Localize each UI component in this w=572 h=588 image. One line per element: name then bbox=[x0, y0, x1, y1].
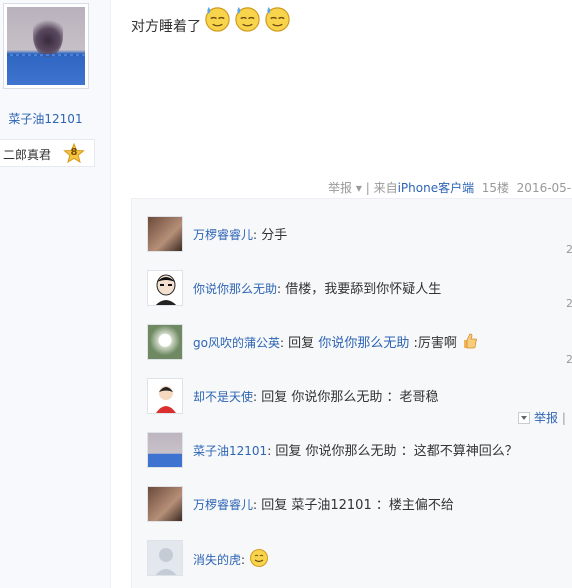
reply-mention-plain[interactable]: 你说你那么无助 bbox=[291, 390, 382, 405]
reply-avatar[interactable] bbox=[147, 486, 183, 522]
report-dropdown-icon[interactable]: ▾ bbox=[356, 181, 362, 195]
reply-text: 消失的虎: bbox=[193, 548, 269, 568]
rank-title: 二郎真君 bbox=[3, 148, 52, 162]
reply-avatar[interactable] bbox=[147, 540, 183, 576]
reply-item: 消失的虎: bbox=[147, 540, 572, 580]
reply-avatar[interactable] bbox=[147, 270, 183, 306]
reply-item: 你说你那么无助: 借楼，我要舔到你怀疑人生 bbox=[147, 270, 572, 310]
reply-actions: 举报 | bbox=[518, 409, 566, 426]
reply-prefix: 回复 bbox=[261, 390, 288, 405]
reply-avatar[interactable] bbox=[147, 216, 183, 252]
reply-prefix: 回复 bbox=[261, 498, 288, 513]
poster-avatar[interactable] bbox=[3, 3, 89, 89]
reply-prefix: 回复 bbox=[275, 444, 302, 459]
reply-avatar[interactable] bbox=[147, 324, 183, 360]
reply-username[interactable]: 万椤睿睿儿 bbox=[193, 228, 253, 242]
post-meta: 举报 ▾ | 来自iPhone客户端 15楼 2016-05-2 bbox=[328, 179, 572, 196]
reply-item: go风吹的蒲公英: 回复 你说你那么无助 :厉害啊 bbox=[147, 324, 572, 364]
reply-list: 万椤睿睿儿: 分手 你说你那么无助: 借楼，我要舔到你怀疑人生 go风吹的蒲公英… bbox=[131, 198, 572, 588]
post-date: 2016-05-2 bbox=[516, 181, 572, 195]
poster-sidebar: 菜子油12101 二郎真君 8 bbox=[0, 0, 111, 588]
reply-body: ：这都不算神回么？ bbox=[400, 444, 518, 459]
reply-text: 万椤睿睿儿: 回复 菜子油12101 ：楼主偏不给 bbox=[193, 498, 454, 513]
reply-text: go风吹的蒲公英: 回复 你说你那么无助 :厉害啊 bbox=[193, 332, 478, 351]
reply-avatar[interactable] bbox=[147, 432, 183, 468]
report-link[interactable]: 举报 bbox=[328, 181, 352, 195]
reply-username[interactable]: 万椤睿睿儿 bbox=[193, 498, 253, 512]
sweat-smile-icon bbox=[235, 6, 260, 32]
edge-cutoff-digit: 2 bbox=[566, 297, 572, 310]
reply-avatar[interactable] bbox=[147, 378, 183, 414]
reply-mention[interactable]: 你说你那么无助 bbox=[318, 336, 409, 351]
meta-separator: | bbox=[365, 181, 370, 195]
reply-item: 却不是天使: 回复 你说你那么无助 ：老哥稳 bbox=[147, 378, 572, 418]
edge-cutoff-digit: 2 bbox=[566, 243, 572, 256]
reply-item: 菜子油12101: 回复 你说你那么无助 ：这都不算神回么？ bbox=[147, 432, 572, 472]
collapse-dropdown-icon[interactable] bbox=[518, 412, 530, 424]
reply-text: 却不是天使: 回复 你说你那么无助 ：老哥稳 bbox=[193, 390, 439, 405]
thumbs-up-icon bbox=[464, 333, 477, 349]
poster-name[interactable]: 菜子油12101 bbox=[0, 110, 91, 127]
reply-body: 借楼，我要舔到你怀疑人生 bbox=[285, 282, 442, 297]
reply-mention-plain[interactable]: 你说你那么无助 bbox=[306, 444, 397, 459]
reply-body: :厉害啊 bbox=[413, 336, 457, 351]
poster-rank: 二郎真君 8 bbox=[0, 139, 95, 167]
level-badge-icon: 8 bbox=[63, 142, 85, 165]
poster-avatar-image bbox=[7, 7, 85, 85]
reply-body: ：楼主偏不给 bbox=[375, 498, 454, 513]
reply-item: 万椤睿睿儿: 分手 bbox=[147, 216, 572, 256]
reply-mention-plain[interactable]: 菜子油12101 bbox=[291, 498, 371, 513]
edge-cutoff-digit: 2 bbox=[566, 353, 572, 366]
sweat-smile-icon bbox=[205, 6, 230, 32]
reply-actions-separator: | bbox=[561, 411, 566, 425]
sweat-smile-icon bbox=[265, 6, 290, 32]
reply-username[interactable]: go风吹的蒲公英 bbox=[193, 336, 280, 350]
reply-body: ：老哥稳 bbox=[386, 390, 439, 405]
reply-text: 万椤睿睿儿: 分手 bbox=[193, 228, 288, 243]
reply-username[interactable]: 菜子油12101 bbox=[193, 444, 267, 458]
source-client-link[interactable]: iPhone客户端 bbox=[398, 181, 475, 195]
smile-icon bbox=[250, 549, 269, 567]
floor-number: 15楼 bbox=[481, 181, 510, 195]
reply-text: 你说你那么无助: 借楼，我要舔到你怀疑人生 bbox=[193, 282, 442, 297]
reply-username[interactable]: 却不是天使 bbox=[193, 390, 253, 404]
reply-body: 分手 bbox=[261, 228, 288, 243]
reply-text: 菜子油12101: 回复 你说你那么无助 ：这都不算神回么？ bbox=[193, 444, 518, 459]
post-emoji-row bbox=[203, 4, 292, 34]
reply-username[interactable]: 消失的虎 bbox=[193, 553, 241, 567]
reply-prefix: 回复 bbox=[288, 336, 315, 351]
reply-username[interactable]: 你说你那么无助 bbox=[193, 282, 277, 296]
level-number: 8 bbox=[70, 147, 78, 158]
reply-item: 万椤睿睿儿: 回复 菜子油12101 ：楼主偏不给 bbox=[147, 486, 572, 526]
reply-report-link[interactable]: 举报 bbox=[534, 411, 558, 425]
source-prefix: 来自 bbox=[373, 181, 398, 195]
post-content: 对方睡着了 bbox=[131, 19, 201, 35]
